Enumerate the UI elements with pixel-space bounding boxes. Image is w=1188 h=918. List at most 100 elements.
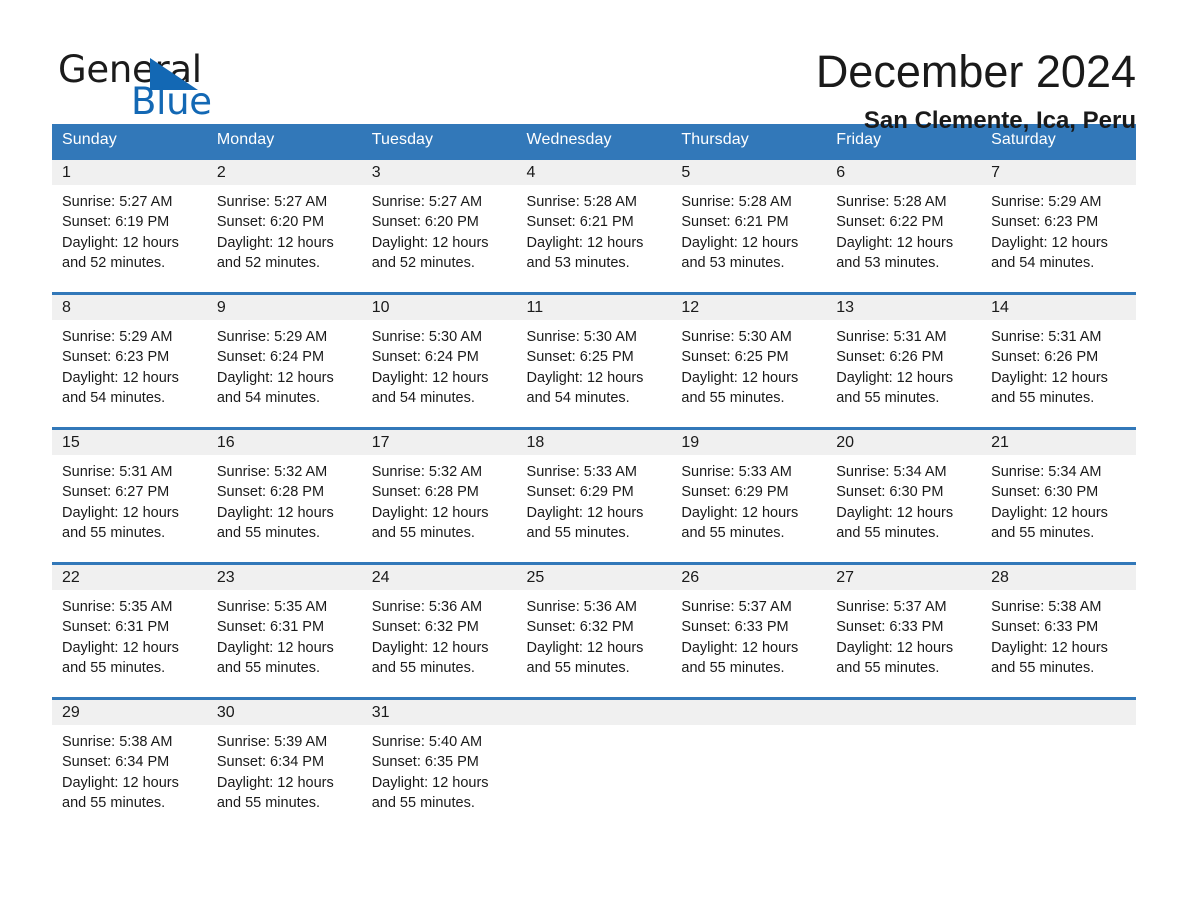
day-details: Sunrise: 5:27 AM Sunset: 6:19 PM Daylight:… bbox=[52, 185, 207, 273]
sunrise-text: Sunrise: 5:38 AM bbox=[62, 734, 173, 750]
day-number: 4 bbox=[516, 160, 672, 185]
sunrise-text: Sunrise: 5:39 AM bbox=[216, 734, 328, 750]
sunrise-text: Sunrise: 5:29 AM bbox=[62, 329, 173, 345]
calendar-day-cell[interactable]: 29 Sunrise: 5:38 AM Sunset: 6:34 PM Dayligh… bbox=[52, 697, 207, 834]
daylight-text: Daylight: 12 hours and 55 minutes. bbox=[836, 639, 954, 676]
calendar-day-cell[interactable]: 12 Sunrise: 5:30 AM Sunset: 6:25 PM Dayligh… bbox=[671, 292, 827, 429]
calendar-day-cell[interactable]: 24 Sunrise: 5:36 AM Sunset: 6:32 PM Dayligh… bbox=[361, 562, 517, 699]
sunset-text: Sunset: 6:30 PM bbox=[836, 484, 944, 501]
day-number: 26 bbox=[671, 565, 827, 590]
daylight-text: Daylight: 12 hours and 55 minutes. bbox=[681, 369, 799, 406]
day-details: Sunrise: 5:30 AM Sunset: 6:24 PM Daylight:… bbox=[362, 320, 517, 408]
day-details: Sunrise: 5:27 AM Sunset: 6:20 PM Daylight:… bbox=[207, 185, 362, 273]
day-number: 1 bbox=[52, 160, 207, 185]
day-details: Sunrise: 5:38 AM Sunset: 6:34 PM Daylight:… bbox=[52, 725, 207, 813]
sunset-text: Sunset: 6:20 PM bbox=[371, 214, 479, 231]
daylight-text: Daylight: 12 hours and 54 minutes. bbox=[526, 369, 644, 406]
sunset-text: Sunset: 6:34 PM bbox=[62, 754, 170, 771]
day-details: Sunrise: 5:32 AM Sunset: 6:28 PM Daylight:… bbox=[362, 455, 517, 543]
calendar-day-cell[interactable]: 27 Sunrise: 5:37 AM Sunset: 6:33 PM Dayligh… bbox=[826, 562, 982, 699]
day-number: 18 bbox=[516, 430, 672, 455]
sunset-text: Sunset: 6:33 PM bbox=[991, 619, 1099, 636]
daylight-text: Daylight: 12 hours and 53 minutes. bbox=[526, 234, 644, 271]
sunrise-text: Sunrise: 5:29 AM bbox=[216, 329, 328, 345]
day-details: Sunrise: 5:28 AM Sunset: 6:21 PM Daylight:… bbox=[671, 185, 826, 273]
calendar-day-cell[interactable]: 3 Sunrise: 5:27 AM Sunset: 6:20 PM Daylight… bbox=[361, 157, 517, 294]
calendar-day-cell[interactable]: 5 Sunrise: 5:28 AM Sunset: 6:21 PM Daylight… bbox=[671, 157, 827, 294]
calendar-day-cell[interactable]: 21 Sunrise: 5:34 AM Sunset: 6:30 PM Dayligh… bbox=[981, 427, 1136, 564]
daylight-text: Daylight: 12 hours and 52 minutes. bbox=[216, 234, 334, 271]
calendar-week-row: 8 Sunrise: 5:29 AM Sunset: 6:23 PM Daylight… bbox=[52, 292, 1136, 429]
day-details: Sunrise: 5:34 AM Sunset: 6:30 PM Daylight:… bbox=[981, 455, 1136, 543]
daylight-text: Daylight: 12 hours and 55 minutes. bbox=[371, 774, 489, 811]
day-details: Sunrise: 5:36 AM Sunset: 6:32 PM Daylight:… bbox=[517, 590, 672, 678]
sunrise-text: Sunrise: 5:36 AM bbox=[526, 599, 637, 615]
calendar-day-cell[interactable]: 4 Sunrise: 5:28 AM Sunset: 6:21 PM Daylight… bbox=[516, 157, 672, 294]
day-details: Sunrise: 5:33 AM Sunset: 6:29 PM Daylight:… bbox=[517, 455, 672, 543]
calendar-day-cell[interactable]: 30 Sunrise: 5:39 AM Sunset: 6:34 PM Dayligh… bbox=[206, 697, 362, 834]
daylight-text: Daylight: 12 hours and 55 minutes. bbox=[216, 504, 334, 541]
calendar-day-cell[interactable]: 10 Sunrise: 5:30 AM Sunset: 6:24 PM Dayligh… bbox=[361, 292, 517, 429]
sunrise-text: Sunrise: 5:28 AM bbox=[836, 194, 947, 210]
sunset-text: Sunset: 6:25 PM bbox=[681, 349, 789, 366]
daylight-text: Daylight: 12 hours and 55 minutes. bbox=[371, 504, 489, 541]
sunrise-text: Sunrise: 5:33 AM bbox=[681, 464, 792, 480]
general-blue-logo[interactable]: General Blue bbox=[52, 44, 272, 124]
day-number: 28 bbox=[981, 565, 1136, 590]
calendar-day-cell[interactable]: 13 Sunrise: 5:31 AM Sunset: 6:26 PM Dayligh… bbox=[826, 292, 982, 429]
day-details: Sunrise: 5:29 AM Sunset: 6:23 PM Daylight:… bbox=[981, 185, 1136, 273]
calendar-day-cell[interactable]: 19 Sunrise: 5:33 AM Sunset: 6:29 PM Dayligh… bbox=[671, 427, 827, 564]
sunset-text: Sunset: 6:28 PM bbox=[216, 484, 325, 501]
calendar-day-cell[interactable]: 1 Sunrise: 5:27 AM Sunset: 6:19 PM Daylight… bbox=[52, 157, 207, 294]
sunrise-sunset-calendar: Sunday Monday Tuesday Wednesday Thursday… bbox=[52, 124, 1136, 834]
calendar-day-cell-empty bbox=[981, 697, 1136, 834]
day-number: 7 bbox=[981, 160, 1136, 185]
calendar-day-cell[interactable]: 11 Sunrise: 5:30 AM Sunset: 6:25 PM Dayligh… bbox=[516, 292, 672, 429]
daylight-text: Daylight: 12 hours and 52 minutes. bbox=[62, 234, 179, 271]
sunset-text: Sunset: 6:20 PM bbox=[216, 214, 325, 231]
calendar-day-cell[interactable]: 28 Sunrise: 5:38 AM Sunset: 6:33 PM Dayligh… bbox=[981, 562, 1136, 699]
day-number: 2 bbox=[206, 160, 362, 185]
calendar-day-cell[interactable]: 15 Sunrise: 5:31 AM Sunset: 6:27 PM Dayligh… bbox=[52, 427, 207, 564]
calendar-day-cell[interactable]: 23 Sunrise: 5:35 AM Sunset: 6:31 PM Dayligh… bbox=[206, 562, 362, 699]
day-number: 16 bbox=[206, 430, 362, 455]
calendar-day-cell[interactable]: 6 Sunrise: 5:28 AM Sunset: 6:22 PM Daylight… bbox=[826, 157, 982, 294]
calendar-day-cell[interactable]: 18 Sunrise: 5:33 AM Sunset: 6:29 PM Dayligh… bbox=[516, 427, 672, 564]
sunrise-text: Sunrise: 5:31 AM bbox=[62, 464, 173, 480]
day-number: 19 bbox=[671, 430, 827, 455]
calendar-week-row: 1 Sunrise: 5:27 AM Sunset: 6:19 PM Daylight… bbox=[52, 157, 1136, 294]
daylight-text: Daylight: 12 hours and 55 minutes. bbox=[216, 639, 334, 676]
sunset-text: Sunset: 6:29 PM bbox=[681, 484, 789, 501]
sunset-text: Sunset: 6:33 PM bbox=[836, 619, 944, 636]
day-number: 5 bbox=[671, 160, 827, 185]
day-number: 31 bbox=[361, 700, 517, 725]
day-number: 3 bbox=[361, 160, 517, 185]
calendar-day-cell[interactable]: 25 Sunrise: 5:36 AM Sunset: 6:32 PM Dayligh… bbox=[516, 562, 672, 699]
calendar-day-cell[interactable]: 26 Sunrise: 5:37 AM Sunset: 6:33 PM Dayligh… bbox=[671, 562, 827, 699]
sunrise-text: Sunrise: 5:28 AM bbox=[526, 194, 637, 210]
sunrise-text: Sunrise: 5:32 AM bbox=[371, 464, 483, 480]
sunset-text: Sunset: 6:24 PM bbox=[216, 349, 325, 366]
sunrise-text: Sunrise: 5:30 AM bbox=[681, 329, 792, 345]
daylight-text: Daylight: 12 hours and 54 minutes. bbox=[216, 369, 334, 406]
calendar-day-cell[interactable]: 17 Sunrise: 5:32 AM Sunset: 6:28 PM Dayligh… bbox=[361, 427, 517, 564]
day-details: Sunrise: 5:31 AM Sunset: 6:26 PM Daylight:… bbox=[981, 320, 1136, 408]
sunrise-text: Sunrise: 5:27 AM bbox=[62, 194, 173, 210]
daylight-text: Daylight: 12 hours and 55 minutes. bbox=[62, 504, 179, 541]
daylight-text: Daylight: 12 hours and 55 minutes. bbox=[216, 774, 334, 811]
calendar-day-cell[interactable]: 2 Sunrise: 5:27 AM Sunset: 6:20 PM Daylight… bbox=[206, 157, 362, 294]
sunrise-text: Sunrise: 5:35 AM bbox=[62, 599, 173, 615]
calendar-day-cell[interactable]: 31 Sunrise: 5:40 AM Sunset: 6:35 PM Dayligh… bbox=[361, 697, 517, 834]
calendar-day-cell[interactable]: 9 Sunrise: 5:29 AM Sunset: 6:24 PM Daylight… bbox=[206, 292, 362, 429]
calendar-day-cell-empty bbox=[516, 697, 672, 834]
calendar-day-cell[interactable]: 22 Sunrise: 5:35 AM Sunset: 6:31 PM Dayligh… bbox=[52, 562, 207, 699]
day-number: 27 bbox=[826, 565, 982, 590]
calendar-page: General Blue December 2024 San Clemente,… bbox=[0, 0, 1188, 918]
calendar-day-cell[interactable]: 16 Sunrise: 5:32 AM Sunset: 6:28 PM Dayligh… bbox=[206, 427, 362, 564]
calendar-day-cell[interactable]: 20 Sunrise: 5:34 AM Sunset: 6:30 PM Dayligh… bbox=[826, 427, 982, 564]
calendar-day-cell[interactable]: 14 Sunrise: 5:31 AM Sunset: 6:26 PM Dayligh… bbox=[981, 292, 1136, 429]
daylight-text: Daylight: 12 hours and 55 minutes. bbox=[371, 639, 489, 676]
calendar-day-cell[interactable]: 7 Sunrise: 5:29 AM Sunset: 6:23 PM Daylight… bbox=[981, 157, 1136, 294]
calendar-day-cell[interactable]: 8 Sunrise: 5:29 AM Sunset: 6:23 PM Daylight… bbox=[52, 292, 207, 429]
calendar-week-row: 29 Sunrise: 5:38 AM Sunset: 6:34 PM Dayligh… bbox=[52, 697, 1136, 834]
